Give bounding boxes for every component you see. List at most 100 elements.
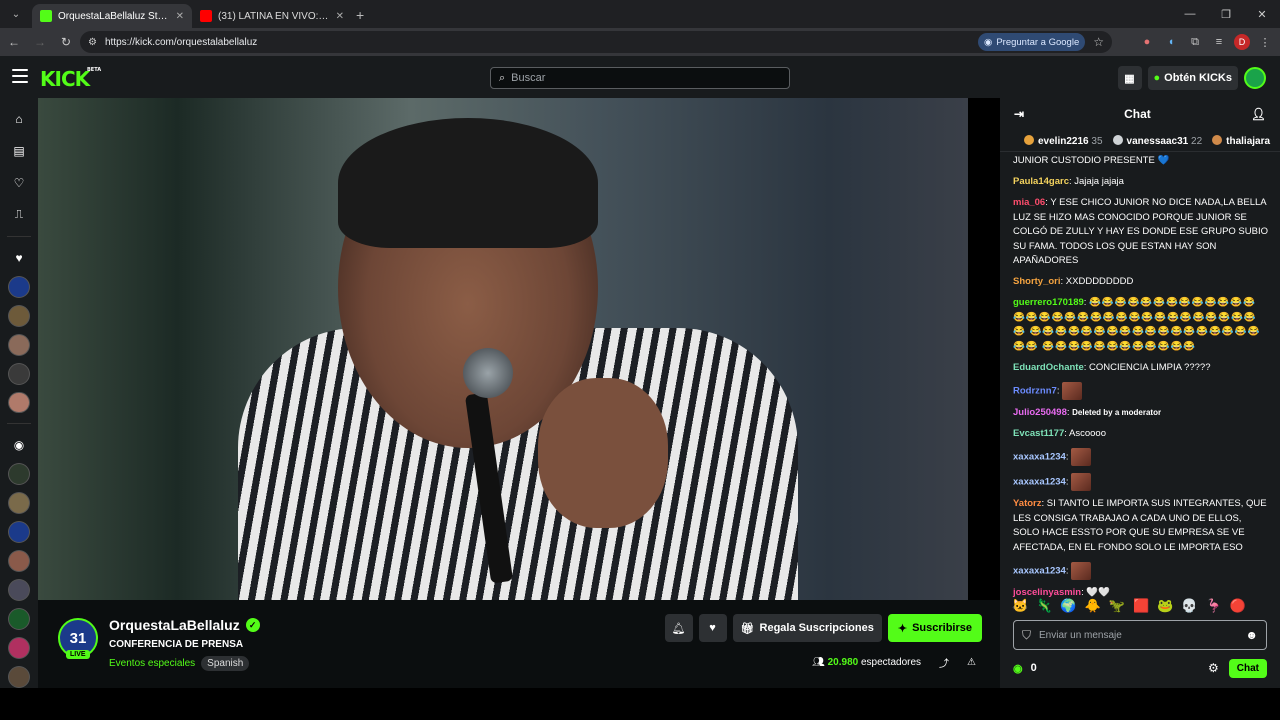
browse-icon[interactable]: ▤ bbox=[8, 140, 30, 162]
followed-channel-avatar[interactable] bbox=[8, 362, 30, 385]
subscribe-button[interactable]: ✦ Suscribirse bbox=[887, 614, 982, 642]
emote-icon[interactable]: 🦎 bbox=[1036, 598, 1052, 614]
extension-red-icon[interactable]: ● bbox=[1138, 33, 1156, 51]
kick-logo[interactable]: KICK BETA bbox=[40, 67, 101, 91]
media-icon[interactable]: ≡ bbox=[1210, 33, 1228, 51]
channel-name[interactable]: OrquestaLaBellaluz ✓ bbox=[109, 617, 260, 633]
layout-icon[interactable]: ▦ bbox=[1117, 66, 1142, 90]
emote-icon[interactable]: 🔴 bbox=[1230, 598, 1246, 614]
leaderboard-item[interactable]: thaliajara bbox=[1212, 134, 1270, 147]
user-avatar[interactable] bbox=[1244, 67, 1266, 89]
recommended-channel-avatar[interactable] bbox=[8, 637, 30, 660]
search-input[interactable]: ⌕ Buscar bbox=[490, 67, 790, 89]
chat-users-icon[interactable]: 👤︎ bbox=[1251, 107, 1266, 121]
video-player[interactable] bbox=[38, 98, 1000, 600]
reload-icon[interactable]: ↻ bbox=[54, 35, 78, 49]
recommended-channel-avatar[interactable] bbox=[8, 608, 30, 631]
chat-emote-image[interactable] bbox=[1071, 472, 1092, 491]
logo-beta: BETA bbox=[87, 67, 102, 73]
chat-header: ⇥ Chat 👤︎ bbox=[1000, 98, 1280, 130]
category-link[interactable]: Eventos especiales bbox=[109, 658, 195, 669]
leader-name: vanessaac31 bbox=[1126, 135, 1189, 147]
following-icon[interactable]: ♡ bbox=[8, 172, 30, 194]
taskbar-area bbox=[0, 688, 1280, 720]
emote-icon[interactable]: 🌍 bbox=[1060, 598, 1076, 614]
chat-send-button[interactable]: Chat bbox=[1228, 658, 1267, 678]
profile-avatar[interactable]: D bbox=[1234, 34, 1250, 50]
chat-username[interactable]: EduardOchante bbox=[1013, 362, 1084, 373]
chat-emote-image[interactable] bbox=[1062, 381, 1083, 400]
tab-search-icon[interactable]: ⌄ bbox=[4, 2, 28, 26]
chat-username[interactable]: Julio250498 bbox=[1013, 407, 1067, 418]
followed-channel-avatar[interactable] bbox=[8, 304, 30, 327]
leaderboard-item[interactable]: evelin2216 35 bbox=[1024, 134, 1103, 147]
recommended-channel-avatar[interactable] bbox=[8, 492, 30, 515]
browser-tab-youtube[interactable]: (31) LATINA EN VIVO: NOTI ✕ bbox=[192, 4, 352, 28]
get-kicks-button[interactable]: ● Obtén KICKs bbox=[1147, 66, 1238, 90]
recommended-channel-avatar[interactable] bbox=[8, 550, 30, 573]
recommended-channel-avatar[interactable] bbox=[8, 666, 30, 689]
emote-icon[interactable]: 💀 bbox=[1181, 598, 1197, 614]
leaderboard-item[interactable]: vanessaac31 22 bbox=[1112, 134, 1202, 147]
chat-username[interactable]: Yatorz bbox=[1013, 498, 1042, 509]
gift-leaderboard: evelin2216 35 vanessaac31 22 thaliajara bbox=[1000, 130, 1280, 152]
bookmark-star-icon[interactable]: ☆ bbox=[1093, 35, 1104, 49]
chat-username[interactable]: xaxaxa1234 bbox=[1013, 476, 1066, 487]
channel-points[interactable]: ◉ 0 bbox=[1013, 662, 1037, 675]
new-tab-icon[interactable]: + bbox=[356, 7, 364, 23]
chat-username[interactable]: xaxaxa1234 bbox=[1013, 452, 1066, 463]
chat-username[interactable]: Rodrznn7 bbox=[1013, 385, 1057, 396]
minimize-icon[interactable]: — bbox=[1172, 0, 1208, 28]
chat-username[interactable]: Shorty_ori bbox=[1013, 276, 1061, 287]
emote-icon[interactable]: 🐥 bbox=[1085, 598, 1101, 614]
browser-menu-icon[interactable]: ⋮ bbox=[1256, 33, 1274, 51]
report-warning-icon[interactable]: ⚠ bbox=[967, 657, 976, 668]
restore-icon[interactable]: ❐ bbox=[1208, 0, 1244, 28]
collapse-chat-icon[interactable]: ⇥ bbox=[1014, 107, 1024, 121]
chat-username[interactable]: joscelinyasmin bbox=[1013, 587, 1081, 598]
extensions-puzzle-icon[interactable]: ⧉ bbox=[1186, 33, 1204, 51]
emote-icon[interactable]: 🐱 bbox=[1012, 598, 1028, 614]
window-controls: — ❐ ✕ bbox=[1172, 0, 1280, 28]
gift-subs-button[interactable]: 🎁︎ Regala Suscripciones bbox=[732, 614, 882, 642]
forward-icon[interactable]: → bbox=[28, 35, 52, 49]
url-field[interactable]: ⚙ https://kick.com/orquestalabellaluz ◉ P… bbox=[80, 31, 1112, 53]
home-icon[interactable]: ⌂ bbox=[8, 108, 30, 130]
recommended-channel-avatar[interactable] bbox=[8, 521, 30, 544]
recommended-channel-avatar[interactable] bbox=[8, 463, 30, 486]
follow-heart-button[interactable]: ♥ bbox=[698, 614, 727, 642]
chat-emote-image[interactable] bbox=[1071, 561, 1092, 580]
emoji-picker-icon[interactable]: ☻ bbox=[1245, 628, 1258, 642]
emote-icon[interactable]: 🟥 bbox=[1133, 598, 1149, 614]
tab-title: (31) LATINA EN VIVO: NOTI bbox=[218, 10, 330, 22]
followed-channel-avatar[interactable] bbox=[8, 391, 30, 414]
share-icon[interactable]: ⤴ bbox=[939, 655, 949, 670]
back-icon[interactable]: ← bbox=[2, 35, 26, 49]
emote-icon[interactable]: 🦖 bbox=[1109, 598, 1125, 614]
close-icon[interactable]: ✕ bbox=[176, 11, 184, 22]
followed-channel-avatar[interactable] bbox=[8, 275, 30, 298]
site-info-icon[interactable]: ⚙ bbox=[88, 37, 97, 48]
chat-username[interactable]: Paula14garc bbox=[1013, 176, 1069, 187]
chat-emote-image[interactable] bbox=[1071, 448, 1092, 466]
chat-settings-gear-icon[interactable]: ⚙ bbox=[1208, 661, 1219, 675]
close-icon[interactable]: ✕ bbox=[336, 11, 344, 22]
notification-bell-button[interactable]: 🔔︎ bbox=[664, 614, 693, 642]
clips-icon[interactable]: ⎍ bbox=[8, 204, 30, 226]
chat-username[interactable]: xaxaxa1234 bbox=[1013, 565, 1066, 576]
emote-icon[interactable]: 🐸 bbox=[1157, 598, 1173, 614]
ask-google-button[interactable]: ◉ Preguntar a Google bbox=[978, 33, 1086, 51]
chat-message-input[interactable]: ⛉ Enviar un mensaje ☻ bbox=[1013, 620, 1267, 650]
emote-icon[interactable]: 🦩 bbox=[1206, 598, 1222, 614]
video-person-hand bbox=[538, 378, 668, 528]
close-window-icon[interactable]: ✕ bbox=[1244, 0, 1280, 28]
language-tag[interactable]: Spanish bbox=[201, 656, 250, 671]
browser-tab-kick[interactable]: OrquestaLaBellaluz Stream ✕ bbox=[32, 4, 192, 28]
followed-channel-avatar[interactable] bbox=[8, 333, 30, 356]
chat-username[interactable]: guerrero170189 bbox=[1013, 297, 1084, 308]
extension-audio-icon[interactable]: ◖ bbox=[1162, 33, 1180, 51]
hamburger-menu-icon[interactable] bbox=[12, 69, 28, 83]
recommended-channel-avatar[interactable] bbox=[8, 579, 30, 602]
chat-username[interactable]: mia_06 bbox=[1013, 197, 1045, 208]
chat-username[interactable]: Evcast1177 bbox=[1013, 428, 1064, 439]
